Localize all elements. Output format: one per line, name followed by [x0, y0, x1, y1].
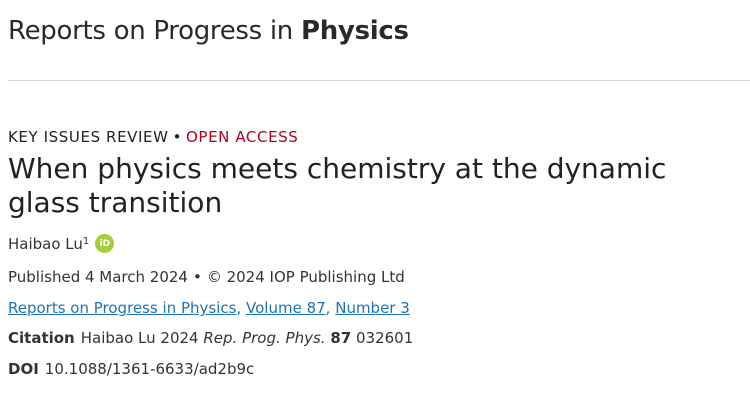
- citation-line: Citation Haibao Lu 2024 Rep. Prog. Phys. …: [8, 329, 413, 347]
- citation-label: Citation: [8, 329, 75, 347]
- kicker-separator: •: [172, 128, 183, 146]
- doi-value[interactable]: 10.1088/1361-6633/ad2b9c: [45, 360, 254, 378]
- breadcrumb-journal-link[interactable]: Reports on Progress in Physics: [8, 299, 236, 317]
- author-name[interactable]: Haibao Lu: [8, 235, 83, 253]
- journal-name-regular: Reports on Progress in: [8, 16, 301, 46]
- doi-line: DOI 10.1088/1361-6633/ad2b9c: [8, 360, 254, 378]
- pub-separator: •: [192, 268, 202, 286]
- article-title: When physics meets chemistry at the dyna…: [8, 152, 667, 219]
- citation-article-number: 032601: [355, 329, 414, 347]
- header-divider: [8, 80, 750, 81]
- citation-authors-year: Haibao Lu 2024: [80, 329, 199, 347]
- author-affiliation-marker[interactable]: 1: [83, 236, 89, 247]
- citation-journal-abbrev: Rep. Prog. Phys.: [203, 329, 326, 347]
- orcid-icon[interactable]: iD: [95, 234, 115, 253]
- journal-header[interactable]: Reports on Progress in Physics: [8, 16, 409, 46]
- journal-name-bold: Physics: [300, 16, 409, 46]
- article-type: KEY ISSUES REVIEW: [8, 128, 169, 146]
- open-access-label: OPEN ACCESS: [186, 128, 299, 146]
- article-kicker: KEY ISSUES REVIEW • OPEN ACCESS: [8, 128, 298, 146]
- doi-label: DOI: [8, 360, 39, 378]
- publication-line: Published 4 March 2024 • © 2024 IOP Publis…: [8, 268, 405, 286]
- breadcrumb-separator: ,: [325, 299, 336, 317]
- citation-volume: 87: [330, 329, 352, 347]
- published-date: Published 4 March 2024: [8, 268, 188, 286]
- copyright-notice: © 2024 IOP Publishing Ltd: [206, 268, 405, 286]
- breadcrumb: Reports on Progress in Physics, Volume 8…: [8, 299, 410, 317]
- author-line: Haibao Lu 1 iD: [8, 234, 115, 253]
- breadcrumb-separator: ,: [236, 299, 247, 317]
- breadcrumb-volume-link[interactable]: Volume 87: [246, 299, 326, 317]
- breadcrumb-issue-link[interactable]: Number 3: [335, 299, 410, 317]
